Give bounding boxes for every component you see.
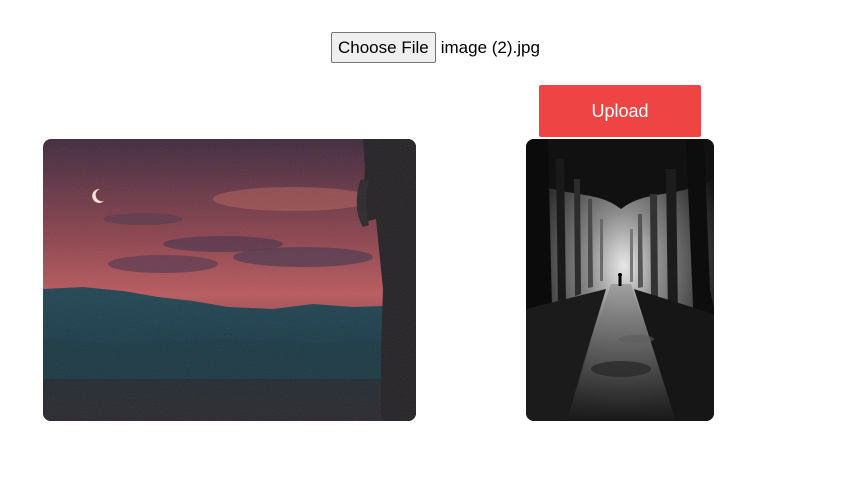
image-preview-processed <box>526 139 714 421</box>
choose-file-button[interactable]: Choose File <box>331 32 436 63</box>
selected-file-name: image (2).jpg <box>440 37 540 57</box>
image-preview-original <box>43 139 416 421</box>
file-input: Choose File image (2).jpg <box>331 32 540 63</box>
forest-image <box>526 139 714 421</box>
upload-page: Choose File image (2).jpg Upload <box>0 0 853 486</box>
landscape-image <box>43 139 416 421</box>
upload-button[interactable]: Upload <box>539 85 701 137</box>
